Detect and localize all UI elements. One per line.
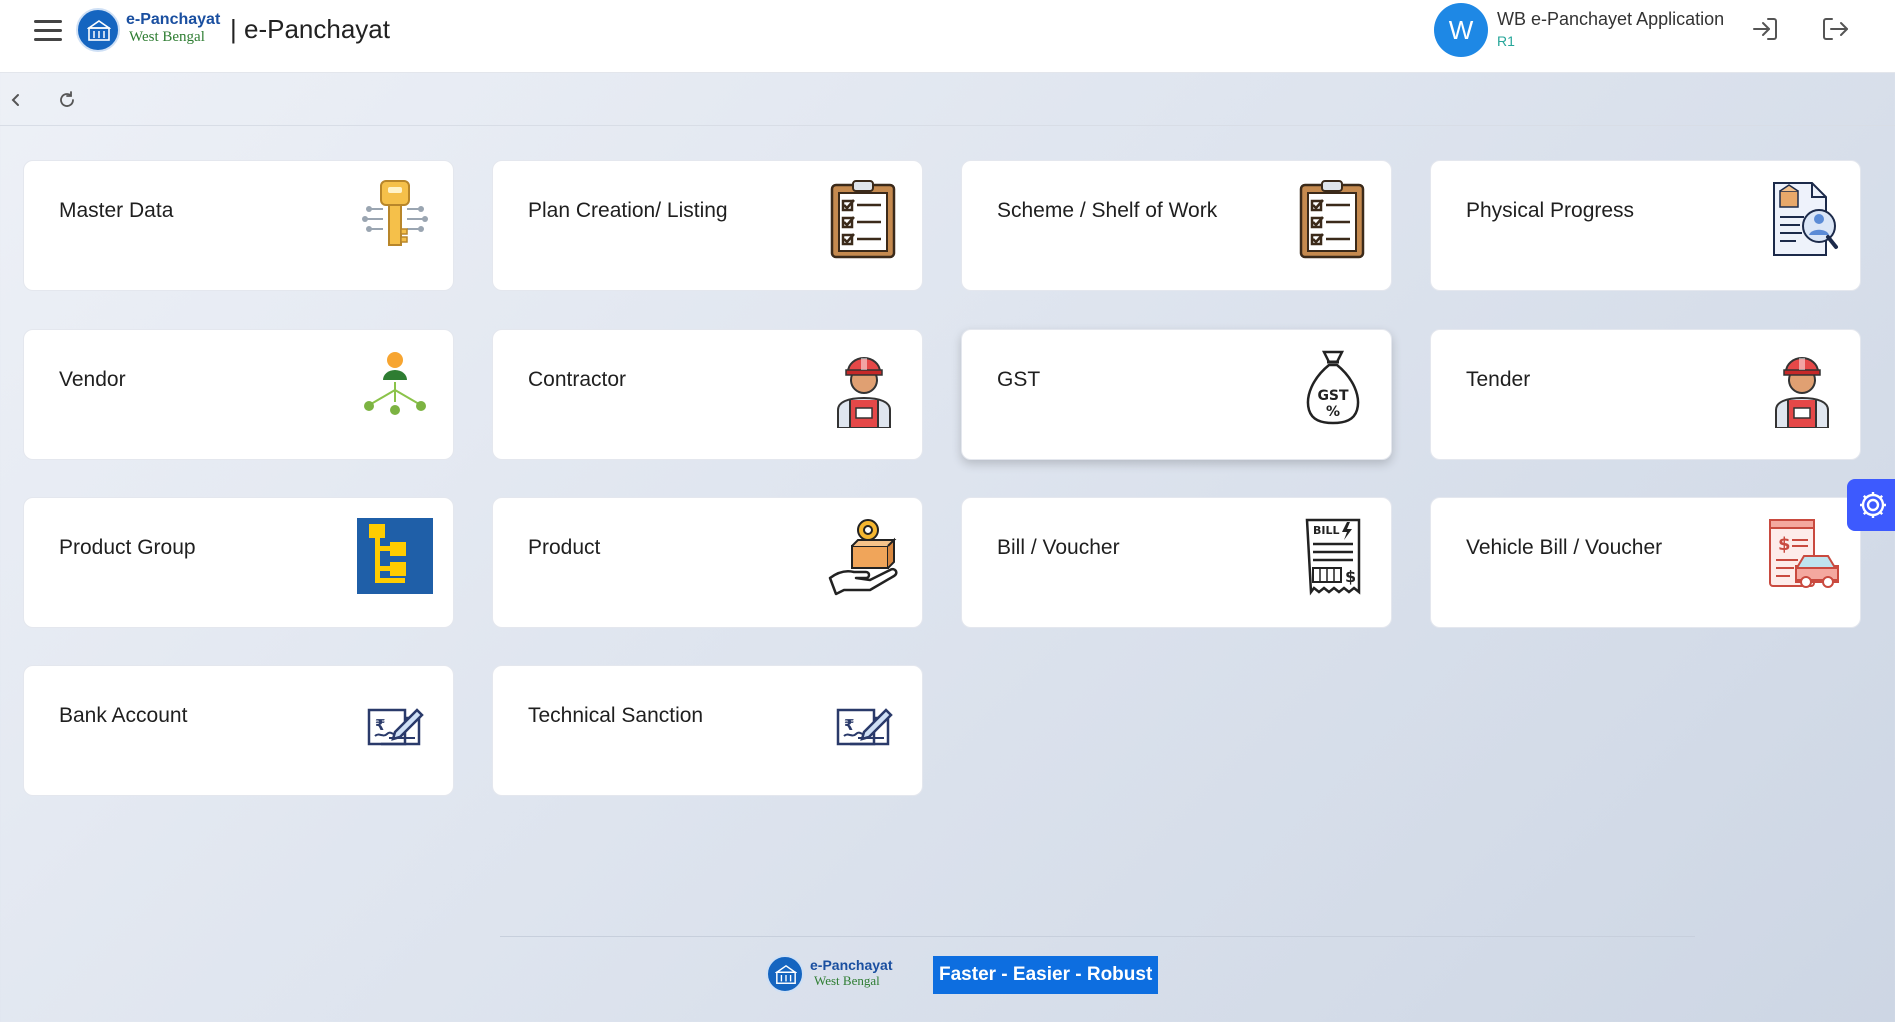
app-logo[interactable]: e-Panchayat West Bengal xyxy=(76,8,226,54)
card-product[interactable]: Product xyxy=(492,497,923,628)
hierarchy-person-icon xyxy=(355,348,435,428)
card-label: Bank Account xyxy=(59,704,188,727)
back-icon[interactable] xyxy=(3,88,27,112)
card-scheme-shelf-of-work[interactable]: Scheme / Shelf of Work xyxy=(961,160,1392,291)
document-inspection-icon xyxy=(1762,179,1842,259)
panchayat-emblem-icon xyxy=(76,8,120,52)
card-physical-progress[interactable]: Physical Progress xyxy=(1430,160,1861,291)
card-label: Product Group xyxy=(59,536,196,559)
svg-text:$: $ xyxy=(1778,534,1791,555)
card-bill-voucher[interactable]: Bill / Voucher BILL $ xyxy=(961,497,1392,628)
logo-title: e-Panchayat xyxy=(810,957,893,973)
logo-subtitle: West Bengal xyxy=(814,973,880,988)
worker-icon xyxy=(824,348,904,429)
svg-text:GST: GST xyxy=(1317,388,1349,404)
gear-icon xyxy=(1860,492,1886,518)
svg-text:%: % xyxy=(1326,404,1340,420)
menu-icon[interactable] xyxy=(34,18,62,42)
sub-toolbar xyxy=(0,74,1895,126)
card-product-group[interactable]: Product Group xyxy=(23,497,454,628)
clipboard-checklist-icon xyxy=(824,179,904,259)
card-label: Physical Progress xyxy=(1466,199,1635,222)
card-label: Contractor xyxy=(528,368,627,391)
card-label: Bill / Voucher xyxy=(997,536,1120,559)
svg-text:BILL: BILL xyxy=(1313,524,1340,537)
card-vehicle-bill-voucher[interactable]: Vehicle Bill / Voucher $ xyxy=(1430,497,1861,628)
user-role: R1 xyxy=(1497,33,1515,49)
refresh-icon[interactable] xyxy=(55,88,79,112)
user-name: WB e-Panchayet Application xyxy=(1497,9,1725,29)
avatar[interactable]: W xyxy=(1434,3,1488,57)
worker-icon xyxy=(1762,348,1842,429)
card-label: Vehicle Bill / Voucher xyxy=(1466,536,1663,559)
card-contractor[interactable]: Contractor xyxy=(492,329,923,460)
card-label: Tender xyxy=(1466,368,1531,391)
gst-money-bag-icon: GST % xyxy=(1293,348,1373,428)
card-vendor[interactable]: Vendor xyxy=(23,329,454,460)
login-icon[interactable] xyxy=(1749,13,1781,45)
card-label: Plan Creation/ Listing xyxy=(528,199,728,222)
card-label: Technical Sanction xyxy=(528,704,704,727)
clipboard-checklist-icon xyxy=(1293,179,1373,259)
footer-logo: e-Panchayat West Bengal xyxy=(766,955,926,995)
card-gst[interactable]: GST GST % xyxy=(961,329,1392,460)
svg-text:₹: ₹ xyxy=(844,716,854,734)
vehicle-bill-icon: $ xyxy=(1762,516,1842,596)
footer-divider xyxy=(500,936,1695,937)
card-technical-sanction[interactable]: Technical Sanction ₹ xyxy=(492,665,923,796)
card-label: Master Data xyxy=(59,199,174,222)
card-label: Vendor xyxy=(59,368,126,391)
svg-text:$: $ xyxy=(1345,567,1356,586)
card-tender[interactable]: Tender xyxy=(1430,329,1861,460)
rupee-cheque-icon: ₹ xyxy=(355,684,435,764)
logo-subtitle: West Bengal xyxy=(129,29,205,45)
bill-receipt-icon: BILL $ xyxy=(1293,516,1373,596)
product-group-tree-icon xyxy=(355,516,435,596)
settings-button[interactable] xyxy=(1847,479,1895,531)
page-title: | e-Panchayat xyxy=(230,14,390,44)
key-network-icon xyxy=(355,179,435,259)
card-plan-creation-listing[interactable]: Plan Creation/ Listing xyxy=(492,160,923,291)
rupee-cheque-icon: ₹ xyxy=(824,684,904,764)
card-label: Product xyxy=(528,536,601,559)
product-hand-box-icon xyxy=(824,516,904,596)
card-master-data[interactable]: Master Data xyxy=(23,160,454,291)
logo-title: e-Panchayat xyxy=(126,11,221,28)
svg-text:₹: ₹ xyxy=(375,716,385,734)
panchayat-emblem-icon xyxy=(766,955,804,993)
card-bank-account[interactable]: Bank Account ₹ xyxy=(23,665,454,796)
footer-tagline: Faster - Easier - Robust xyxy=(933,956,1159,994)
card-label: Scheme / Shelf of Work xyxy=(997,199,1218,222)
top-header: e-Panchayat West Bengal | e-Panchayat W … xyxy=(0,0,1895,73)
logout-icon[interactable] xyxy=(1819,13,1851,45)
card-label: GST xyxy=(997,368,1041,391)
